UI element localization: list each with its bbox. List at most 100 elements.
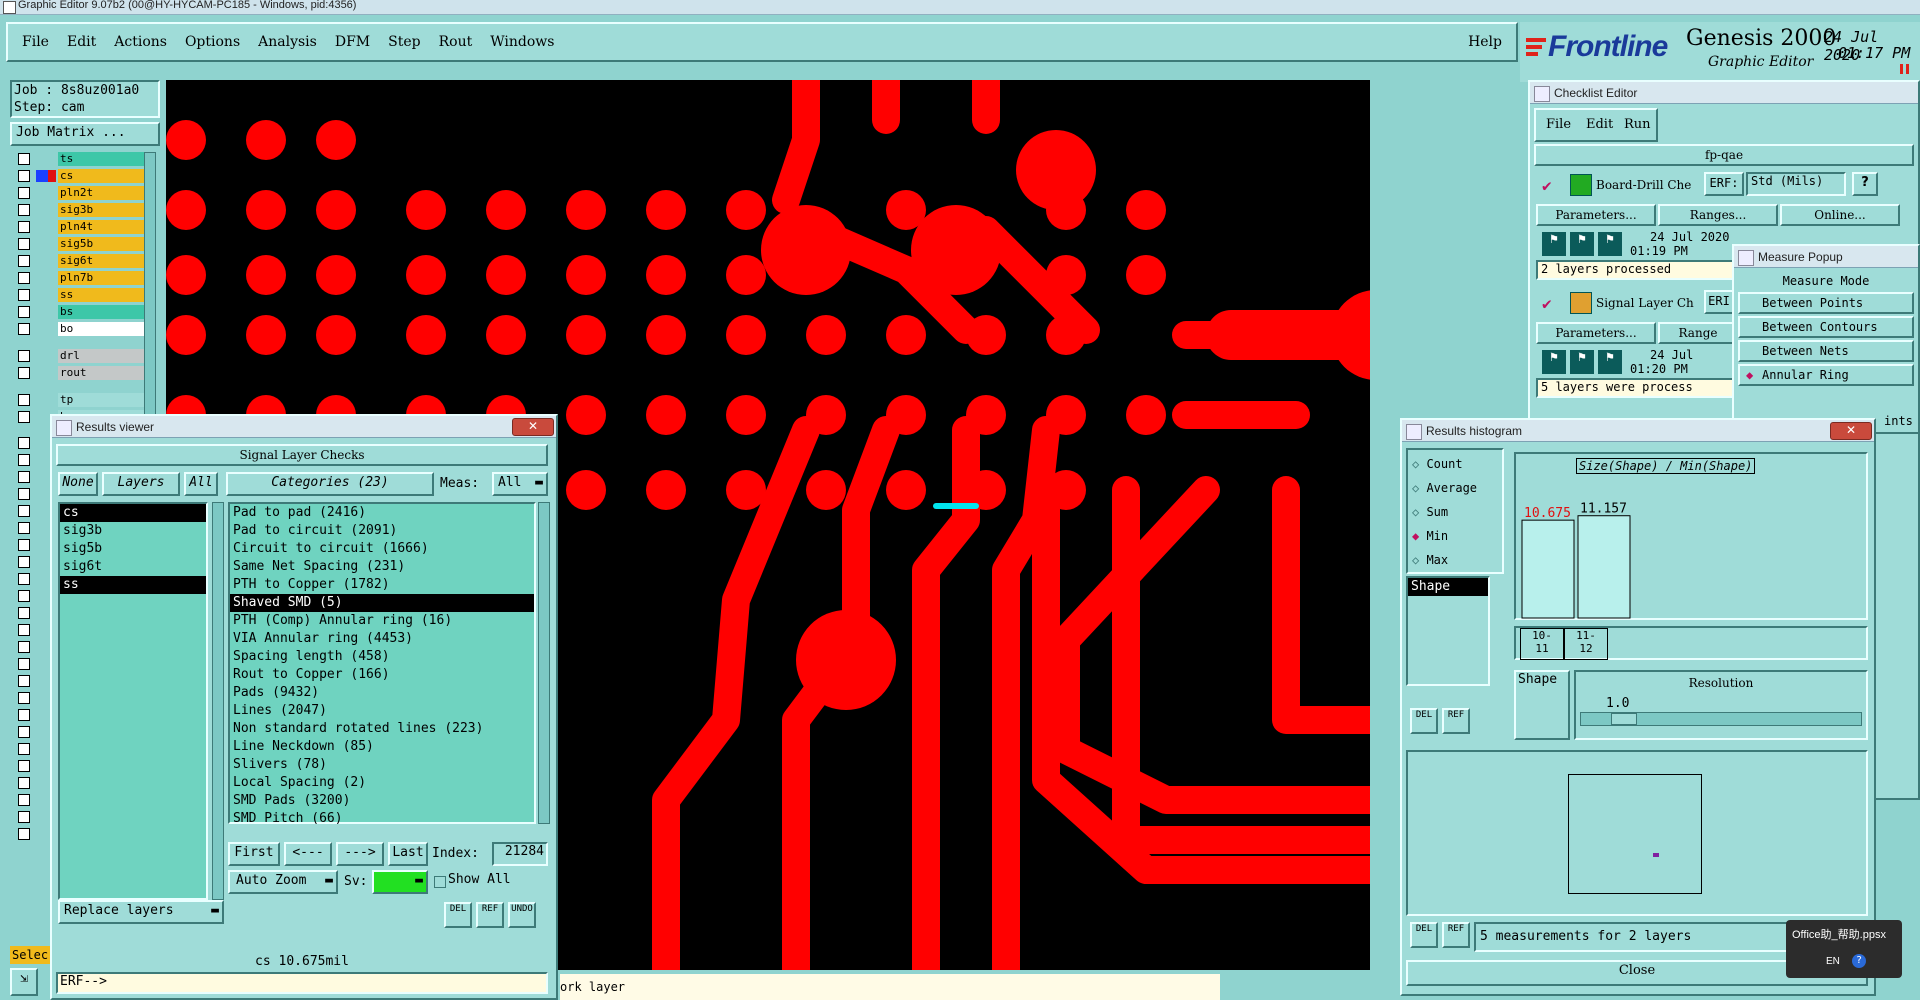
empty-layer-checkbox[interactable] [18, 573, 30, 585]
menu-step[interactable]: Step [388, 34, 420, 50]
layer-checkbox[interactable] [18, 350, 30, 362]
empty-layer-checkbox[interactable] [18, 522, 30, 534]
layer-checkbox[interactable] [18, 221, 30, 233]
replace-layers-dropdown[interactable]: Replace layers ▬ [58, 900, 224, 924]
meas-dropdown[interactable]: All ▬ [492, 472, 548, 496]
layers-button[interactable]: Layers [102, 472, 180, 496]
layer-list-item[interactable]: ss [60, 576, 206, 594]
layer-checkbox[interactable] [18, 367, 30, 379]
measure-mode-option[interactable]: Between Points [1738, 292, 1914, 314]
measure-mode-option[interactable]: ◆ Annular Ring [1738, 364, 1914, 386]
category-list-item[interactable]: Same Net Spacing (231) [230, 558, 534, 576]
online-button[interactable]: Online... [1780, 204, 1900, 226]
empty-layer-checkbox[interactable] [18, 794, 30, 806]
undo-icon[interactable]: UNDO [508, 902, 536, 928]
empty-layer-checkbox[interactable] [18, 675, 30, 687]
category-list-item[interactable]: Rout to Copper (166) [230, 666, 534, 684]
run-icon[interactable]: ⚑ [1598, 350, 1622, 374]
ranges-button[interactable]: Range [1658, 322, 1738, 344]
category-list-item[interactable]: PTH (Comp) Annular ring (16) [230, 612, 534, 630]
list-item[interactable]: Shape [1408, 578, 1488, 596]
layer-list-scrollbar[interactable] [212, 502, 224, 900]
del-icon[interactable]: DEL [1410, 922, 1438, 948]
first-button[interactable]: First [228, 842, 280, 866]
layer-checkbox[interactable] [18, 170, 30, 182]
menu-dfm[interactable]: DFM [335, 34, 370, 50]
job-matrix-button[interactable]: Job Matrix ... [10, 122, 160, 146]
empty-layer-checkbox[interactable] [18, 760, 30, 772]
run-icon[interactable]: ⚑ [1542, 350, 1566, 374]
menu-actions[interactable]: Actions [114, 34, 167, 50]
category-list-item[interactable]: Lines (2047) [230, 702, 534, 720]
histogram-option[interactable]: ◆ Min [1412, 526, 1448, 546]
run-icon[interactable]: ⚑ [1542, 232, 1566, 256]
pause-icon[interactable] [1900, 64, 1910, 74]
layer-checkbox[interactable] [18, 238, 30, 250]
help-button[interactable]: ? [1852, 172, 1878, 196]
empty-layer-checkbox[interactable] [18, 505, 30, 517]
layer-checkbox[interactable] [18, 394, 30, 406]
layer-checkbox[interactable] [18, 411, 30, 423]
empty-layer-checkbox[interactable] [18, 811, 30, 823]
menu-edit[interactable]: Edit [67, 34, 96, 50]
parameters-button[interactable]: Parameters... [1536, 204, 1656, 226]
category-list-item[interactable]: Spacing length (458) [230, 648, 534, 666]
layer-checkbox[interactable] [18, 153, 30, 165]
categories-button[interactable]: Categories (23) [226, 472, 434, 496]
empty-layer-checkbox[interactable] [18, 590, 30, 602]
histogram-bar[interactable] [1521, 519, 1575, 619]
menu-options[interactable]: Options [185, 34, 240, 50]
ref-icon[interactable]: REF [1442, 922, 1470, 948]
checklist-menu-file[interactable]: File [1546, 117, 1571, 132]
layer-checkbox[interactable] [18, 289, 30, 301]
empty-layer-checkbox[interactable] [18, 437, 30, 449]
empty-layer-checkbox[interactable] [18, 624, 30, 636]
category-list-item[interactable]: Shaved SMD (5) [230, 594, 534, 612]
slider-thumb[interactable] [1611, 713, 1637, 725]
category-list-item[interactable]: Pads (9432) [230, 684, 534, 702]
run-icon[interactable]: ⚑ [1570, 350, 1594, 374]
layer-checkbox[interactable] [18, 255, 30, 267]
empty-layer-checkbox[interactable] [18, 488, 30, 500]
resolution-slider[interactable] [1580, 712, 1862, 726]
show-all-checkbox[interactable] [434, 876, 446, 888]
run-icons[interactable]: ⚑ ⚑ ⚑ [1542, 232, 1632, 258]
close-icon[interactable]: ✕ [512, 418, 554, 436]
erf-command-input[interactable]: ERF--> [56, 972, 548, 994]
results-layer-list[interactable]: cs sig3b sig5b sig6t ss [58, 502, 208, 900]
layer-list-item[interactable]: sig6t [60, 558, 206, 576]
histogram-option[interactable]: ◇ Sum [1412, 502, 1448, 522]
run-icons[interactable]: ⚑ ⚑ ⚑ [1542, 350, 1632, 376]
checklist-menu-run[interactable]: Run [1624, 117, 1651, 132]
menu-file[interactable]: File [22, 34, 49, 50]
empty-layer-checkbox[interactable] [18, 556, 30, 568]
empty-layer-checkbox[interactable] [18, 454, 30, 466]
empty-layer-checkbox[interactable] [18, 743, 30, 755]
empty-layer-checkbox[interactable] [18, 658, 30, 670]
category-list[interactable]: Pad to pad (2416) Pad to circuit (2091) Ci… [228, 502, 536, 826]
next-button[interactable]: ---> [336, 842, 384, 866]
category-list-item[interactable]: Line Neckdown (85) [230, 738, 534, 756]
category-list-item[interactable]: Circuit to circuit (1666) [230, 540, 534, 558]
category-list-item[interactable]: Slivers (78) [230, 756, 534, 774]
category-list-item[interactable]: SMD Pads (3200) [230, 792, 534, 810]
empty-layer-checkbox[interactable] [18, 471, 30, 483]
empty-layer-checkbox[interactable] [18, 641, 30, 653]
empty-layer-checkbox[interactable] [18, 692, 30, 704]
check-checkbox[interactable]: ✔ [1542, 176, 1552, 195]
menu-analysis[interactable]: Analysis [258, 34, 317, 50]
layer-checkbox[interactable] [18, 306, 30, 318]
resize-icon[interactable]: ⇲ [10, 968, 38, 996]
category-list-item[interactable]: PTH to Copper (1782) [230, 576, 534, 594]
prev-button[interactable]: <--- [284, 842, 332, 866]
all-button[interactable]: All [184, 472, 218, 496]
empty-layer-checkbox[interactable] [18, 828, 30, 840]
histogram-option[interactable]: ◇ Max [1412, 550, 1448, 570]
histogram-field-list[interactable]: Shape [1406, 576, 1490, 686]
ref-icon[interactable]: REF [476, 902, 504, 928]
erf-value[interactable]: Std (Mils) [1746, 172, 1846, 196]
menu-help[interactable]: Help [1468, 34, 1502, 50]
check-checkbox[interactable]: ✔ [1542, 294, 1552, 313]
auto-zoom-dropdown[interactable]: Auto Zoom ▬ [228, 870, 338, 894]
layer-checkbox[interactable] [18, 272, 30, 284]
